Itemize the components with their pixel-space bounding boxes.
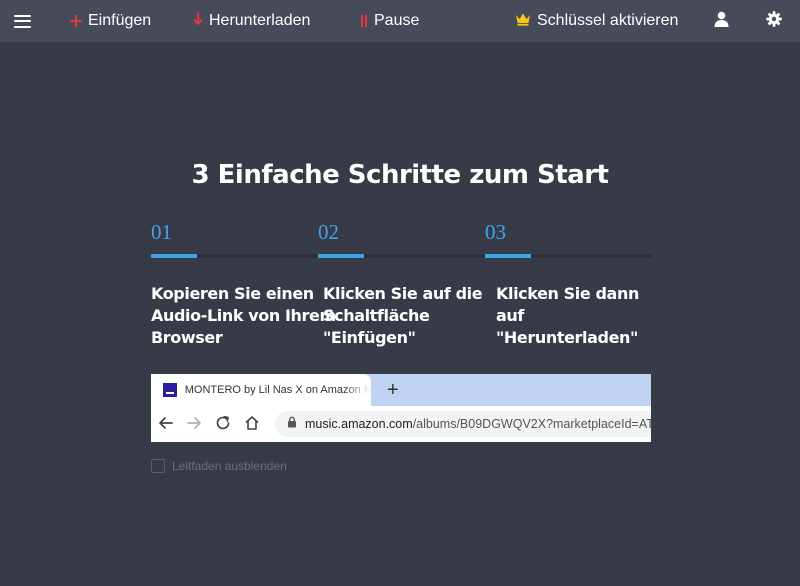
step-3-text: Klicken Sie dann auf "Herunterladen" [496,283,639,349]
user-button[interactable] [714,0,729,42]
step-2-line-3: "Einfügen" [323,328,416,347]
hide-guide-toggle[interactable]: Leitfaden ausblenden [151,458,287,474]
steps-progress-track [151,254,651,258]
step-2-indicator [318,254,364,258]
home-icon [243,414,261,432]
url-domain: music.amazon.com [305,417,413,431]
address-url: music.amazon.com/albums/B09DGWQV2X?marke… [305,417,651,431]
step-2-line-2: Schaltfläche [323,306,430,325]
menu-button[interactable] [14,0,31,42]
gear-icon [766,10,782,32]
lock-icon [287,415,297,433]
browser-tabstrip: MONTERO by Lil Nas X on Amazon Music + [151,374,651,406]
step-3-line-2: auf [496,306,524,325]
address-bar: music.amazon.com/albums/B09DGWQV2X?marke… [275,411,651,437]
browser-illustration: MONTERO by Lil Nas X on Amazon Music + m… [151,374,651,442]
browser-tab-title: MONTERO by Lil Nas X on Amazon Music [184,384,371,396]
reload-icon [214,414,232,432]
paste-button[interactable]: Einfügen [70,0,151,42]
top-toolbar: Einfügen Herunterladen Pause Schlüssel a… [0,0,800,42]
paste-label: Einfügen [88,12,152,29]
user-icon [714,11,729,32]
step-2-text: Klicken Sie auf die Schaltfläche "Einfüg… [323,283,483,349]
step-1-number: 01 [151,220,172,244]
step-3-number: 03 [485,220,506,244]
download-label: Herunterladen [209,12,311,29]
forward-arrow-icon [185,414,203,432]
guide-title: 3 Einfache Schritte zum Start [191,160,609,190]
step-1-line-1: Kopieren Sie einen [151,284,314,303]
browser-navbar: music.amazon.com/albums/B09DGWQV2X?marke… [151,406,651,442]
activate-label: Schlüssel aktivieren [537,12,679,29]
hamburger-menu-icon [14,14,31,28]
step-2-line-1: Klicken Sie auf die [323,284,483,303]
settings-button[interactable] [766,0,782,42]
step-1-text: Kopieren Sie einen Audio-Link von Ihrem … [151,283,336,349]
step-1-line-3: Browser [151,328,223,347]
step-1-line-2: Audio-Link von Ihrem [151,306,336,325]
step-3-indicator [485,254,531,258]
download-button[interactable]: Herunterladen [193,0,310,42]
new-tab-plus-icon: + [387,379,399,401]
hide-guide-checkbox[interactable] [151,459,165,473]
amazon-music-favicon-icon [163,383,177,397]
activate-key-button[interactable]: Schlüssel aktivieren [515,0,678,42]
back-arrow-icon [157,414,175,432]
pause-button[interactable]: Pause [360,0,419,42]
browser-tab: MONTERO by Lil Nas X on Amazon Music [151,374,371,406]
arrow-down-icon [193,11,203,31]
steps-container: 01 Kopieren Sie einen Audio-Link von Ihr… [151,220,651,360]
step-2-number: 02 [318,220,339,244]
pause-icon [360,15,368,27]
url-path: /albums/B09DGWQV2X?marketplaceId=ATVPDKI… [412,417,651,431]
hide-guide-label: Leitfaden ausblenden [172,459,287,473]
plus-icon [70,15,82,27]
crown-icon [515,12,531,31]
step-3-line-1: Klicken Sie dann [496,284,639,303]
pause-label: Pause [374,12,420,29]
step-3-line-3: "Herunterladen" [496,328,638,347]
step-1-indicator [151,254,197,258]
